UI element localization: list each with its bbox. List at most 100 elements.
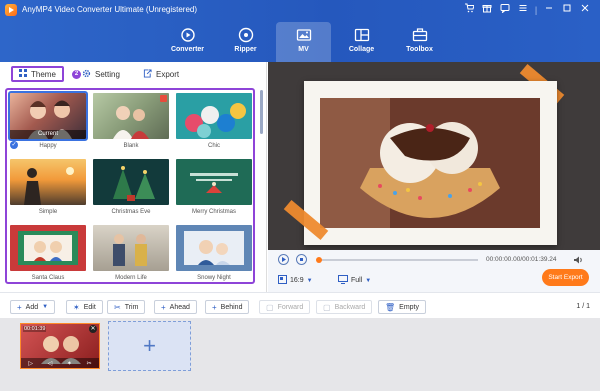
theme-card-snowy-night[interactable]: Snowy Night bbox=[176, 222, 252, 282]
gear-icon bbox=[82, 69, 91, 80]
trim-button[interactable]: ✂ Trim bbox=[107, 300, 146, 314]
menu-icon[interactable] bbox=[514, 3, 532, 17]
minimize-icon[interactable] bbox=[540, 3, 558, 17]
step-badge: 2 bbox=[72, 70, 81, 79]
monitor-icon bbox=[338, 275, 348, 286]
backward-button[interactable]: ▢ Backward bbox=[316, 300, 373, 314]
plus-icon: + bbox=[17, 302, 22, 312]
timecode: 00:00:00.00/00:01:39.24 bbox=[486, 256, 557, 263]
theme-card-santa-claus[interactable]: Santa Claus bbox=[10, 222, 86, 282]
theme-card-modern-life[interactable]: Modern Life bbox=[93, 222, 169, 282]
top-bar: AnyMP4 Video Converter Ultimate (Unregis… bbox=[0, 0, 600, 62]
ripper-icon bbox=[238, 27, 254, 43]
ahead-button[interactable]: + Ahead bbox=[154, 300, 197, 314]
play-icon[interactable]: ▷ bbox=[28, 360, 33, 367]
theme-thumbnail bbox=[10, 159, 86, 205]
close-icon[interactable] bbox=[576, 3, 594, 17]
add-clip-slot[interactable]: + bbox=[108, 321, 191, 371]
tab-export-label: Export bbox=[156, 69, 180, 79]
scissors-icon[interactable]: ✂ bbox=[87, 360, 92, 367]
tab-export[interactable]: Export bbox=[143, 66, 179, 82]
player-controls: 00:00:00.00/00:01:39.24 16:9 ▼ Full ▼ St… bbox=[268, 250, 600, 292]
theme-card-merry-christmas[interactable]: Merry Christmas bbox=[176, 156, 252, 222]
ahead-icon: + bbox=[161, 302, 166, 312]
edit-button[interactable]: ✶ Edit bbox=[66, 300, 103, 314]
app-title: AnyMP4 Video Converter Ultimate (Unregis… bbox=[22, 5, 198, 14]
theme-thumbnail bbox=[176, 93, 252, 139]
theme-card-simple[interactable]: Simple bbox=[10, 156, 86, 222]
theme-label: Happy bbox=[39, 143, 57, 149]
progress-bar[interactable] bbox=[316, 257, 478, 263]
behind-label: Behind bbox=[220, 303, 243, 311]
page-indicator: 1 / 1 bbox=[576, 303, 590, 310]
scissors-icon: ✂ bbox=[114, 302, 121, 312]
chevron-down-icon: ▼ bbox=[42, 304, 49, 310]
tab-converter[interactable]: Converter bbox=[160, 22, 215, 62]
theme-label: Merry Christmas bbox=[191, 209, 236, 215]
main-nav: Converter Ripper MV Collage Toolbox bbox=[160, 22, 450, 62]
theme-thumbnail bbox=[93, 225, 169, 271]
tab-setting[interactable]: Setting bbox=[82, 66, 120, 82]
edit-label: Edit bbox=[83, 303, 96, 311]
volume-icon[interactable] bbox=[573, 255, 583, 267]
tab-theme[interactable]: Theme bbox=[11, 66, 64, 82]
theme-scrollbar[interactable] bbox=[260, 90, 263, 134]
tab-toolbox[interactable]: Toolbox bbox=[392, 22, 447, 62]
empty-button[interactable]: 🗑 Empty bbox=[378, 300, 426, 314]
sub-tabs: Theme 2 Setting Export bbox=[0, 62, 266, 86]
tab-collage[interactable]: Collage bbox=[334, 22, 389, 62]
start-export-button[interactable]: Start Export bbox=[542, 269, 589, 286]
favorite-icon bbox=[160, 95, 167, 102]
play-button[interactable] bbox=[278, 254, 289, 265]
theme-card-chic[interactable]: Chic bbox=[176, 90, 252, 156]
theme-label: Santa Claus bbox=[31, 275, 65, 281]
current-tag: Current bbox=[10, 130, 86, 139]
toolbox-icon bbox=[412, 27, 428, 43]
timeline-clip[interactable]: 00:01:39 ✕ ▷ ◁ ✶ ✂ bbox=[20, 323, 100, 369]
tab-ripper[interactable]: Ripper bbox=[218, 22, 273, 62]
behind-button[interactable]: + Behind bbox=[205, 300, 250, 314]
theme-card-blank[interactable]: Blank bbox=[93, 90, 169, 156]
gift-icon[interactable] bbox=[478, 3, 496, 17]
theme-grid: Current ✓ Happy Blank Chic Simple Christ… bbox=[8, 90, 252, 282]
add-button[interactable]: + Add ▼ bbox=[10, 300, 56, 314]
tab-label: Toolbox bbox=[406, 46, 433, 53]
trim-label: Trim bbox=[124, 303, 139, 311]
theme-thumbnail bbox=[10, 225, 86, 271]
chevron-down-icon: ▼ bbox=[365, 277, 372, 284]
grid-icon bbox=[19, 69, 27, 79]
theme-label: Modern Life bbox=[115, 275, 147, 281]
tab-mv[interactable]: MV bbox=[276, 22, 331, 62]
theme-card-christmas-eve[interactable]: Christmas Eve bbox=[93, 156, 169, 222]
chevron-down-icon: ▼ bbox=[306, 277, 313, 284]
stop-button[interactable] bbox=[296, 254, 307, 265]
theme-panel: Theme 2 Setting Export Current ✓ Happy B… bbox=[0, 62, 267, 292]
ahead-label: Ahead bbox=[169, 303, 190, 311]
aspect-ratio-icon bbox=[278, 275, 287, 286]
empty-label: Empty bbox=[399, 303, 419, 311]
divider: | bbox=[534, 5, 538, 15]
add-label: Add bbox=[25, 303, 39, 311]
maximize-icon[interactable] bbox=[558, 3, 576, 17]
edit-icon: ✶ bbox=[73, 302, 80, 312]
tab-setting-label: Setting bbox=[95, 69, 120, 79]
theme-card-happy[interactable]: Current ✓ Happy bbox=[8, 90, 88, 156]
clip-controls: ▷ ◁ ✶ ✂ bbox=[21, 358, 99, 368]
theme-label: Blank bbox=[123, 143, 139, 149]
effect-icon[interactable]: ✶ bbox=[67, 360, 72, 367]
app-logo-icon bbox=[5, 4, 17, 16]
tab-label: Converter bbox=[170, 46, 205, 53]
progress-handle[interactable] bbox=[316, 257, 322, 263]
cart-icon[interactable] bbox=[460, 3, 478, 17]
forward-button[interactable]: ▢ Forward bbox=[259, 300, 311, 314]
preview-stage bbox=[268, 62, 600, 250]
preview-image bbox=[320, 98, 540, 228]
backward-icon: ▢ bbox=[323, 302, 331, 312]
theme-label: Christmas Eve bbox=[111, 209, 151, 215]
volume-icon[interactable]: ◁ bbox=[48, 360, 53, 367]
chat-icon[interactable] bbox=[496, 3, 514, 17]
display-mode-select[interactable]: Full ▼ bbox=[338, 275, 371, 286]
theme-thumbnail bbox=[93, 159, 169, 205]
aspect-ratio-select[interactable]: 16:9 ▼ bbox=[278, 275, 313, 286]
close-icon[interactable]: ✕ bbox=[89, 325, 97, 333]
